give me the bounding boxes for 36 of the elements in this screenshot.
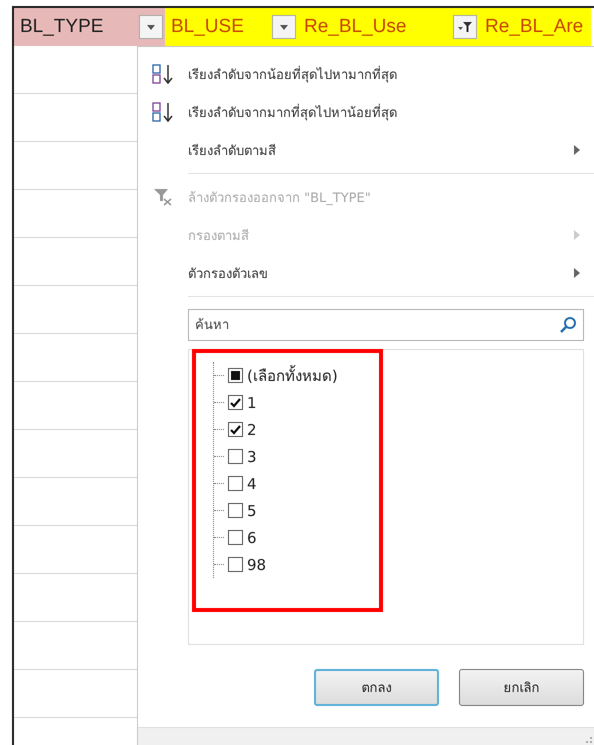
checkbox[interactable]: [228, 422, 243, 437]
dropdown-button[interactable]: [272, 15, 296, 39]
checkbox[interactable]: [228, 476, 243, 491]
checkbox-label: 1: [247, 394, 257, 412]
dropdown-button[interactable]: [139, 15, 163, 39]
caret-icon: [280, 24, 288, 30]
checkbox[interactable]: [228, 449, 243, 464]
caret-icon: [147, 24, 155, 30]
menu-item[interactable]: เรียงลำดับตามสี: [138, 131, 594, 169]
menu-item[interactable]: เรียงลำดับจากมากที่สุดไปหาน้อยที่สุด: [138, 93, 594, 131]
menu-item: กรองตามสี: [138, 216, 594, 254]
checkbox[interactable]: [228, 503, 243, 518]
checkbox-label: (เลือกทั้งหมด): [247, 364, 338, 386]
checkbox-label: 6: [247, 528, 257, 546]
search-field[interactable]: ค้นหา: [188, 309, 584, 341]
menu-item[interactable]: ตัวกรองตัวเลข: [138, 254, 594, 292]
sort-descending-icon: [151, 101, 175, 123]
checkbox[interactable]: [228, 368, 243, 383]
checkbox-label: 98: [247, 556, 266, 574]
filter-button[interactable]: [453, 15, 477, 39]
ok-button[interactable]: ตกลง: [314, 669, 439, 706]
funnel-icon: [458, 21, 472, 33]
resize-grip-icon[interactable]: [584, 735, 594, 745]
cancel-button[interactable]: ยกเลิก: [459, 669, 584, 706]
checkbox-label: 2: [247, 420, 257, 438]
clear-filter-icon: [153, 188, 173, 206]
checkbox[interactable]: [228, 557, 243, 572]
checkbox-label: 3: [247, 448, 257, 466]
checkbox-label: 4: [247, 474, 257, 492]
checkbox-label: 5: [247, 502, 257, 520]
checkbox[interactable]: [228, 395, 243, 410]
menu-item: ล้างตัวกรองออกจาก "BL_TYPE": [138, 178, 594, 216]
sort-ascending-icon: [151, 63, 175, 85]
search-icon: [559, 316, 577, 334]
checkbox[interactable]: [228, 530, 243, 545]
menu-item[interactable]: เรียงลำดับจากน้อยที่สุดไปหามากที่สุด: [138, 55, 594, 93]
